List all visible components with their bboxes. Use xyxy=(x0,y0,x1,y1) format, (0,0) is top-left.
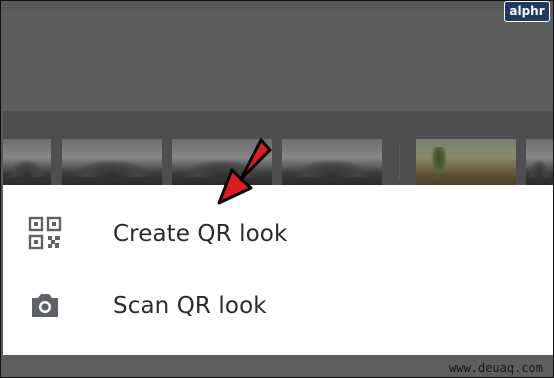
qr-code-icon xyxy=(27,215,63,251)
thumbnail-image xyxy=(526,139,553,185)
menu-item-scan-qr[interactable]: Scan QR look xyxy=(3,271,553,343)
dimmed-app-background xyxy=(3,11,553,111)
thumbnail-strip xyxy=(3,111,553,185)
thumbnail-divider xyxy=(399,145,400,179)
watermark-text: www.deuaq.com xyxy=(449,361,543,375)
thumbnail-image xyxy=(416,139,516,185)
red-pointer-arrow-icon xyxy=(213,137,273,207)
screenshot-frame: Create QR look Scan QR look www.deuaq.co… xyxy=(0,0,554,378)
menu-item-label: Create QR look xyxy=(113,221,288,247)
navigation-bar: www.deuaq.com xyxy=(3,355,553,377)
thumbnail-image xyxy=(3,139,51,185)
brand-logo-badge: alphr xyxy=(504,1,550,22)
camera-icon xyxy=(27,287,63,323)
bottom-sheet-menu: Create QR look Scan QR look xyxy=(3,185,553,355)
menu-item-label: Scan QR look xyxy=(113,293,267,319)
thumbnail-image xyxy=(282,139,382,185)
menu-item-create-qr[interactable]: Create QR look xyxy=(3,199,553,271)
thumbnail-image xyxy=(62,139,162,185)
